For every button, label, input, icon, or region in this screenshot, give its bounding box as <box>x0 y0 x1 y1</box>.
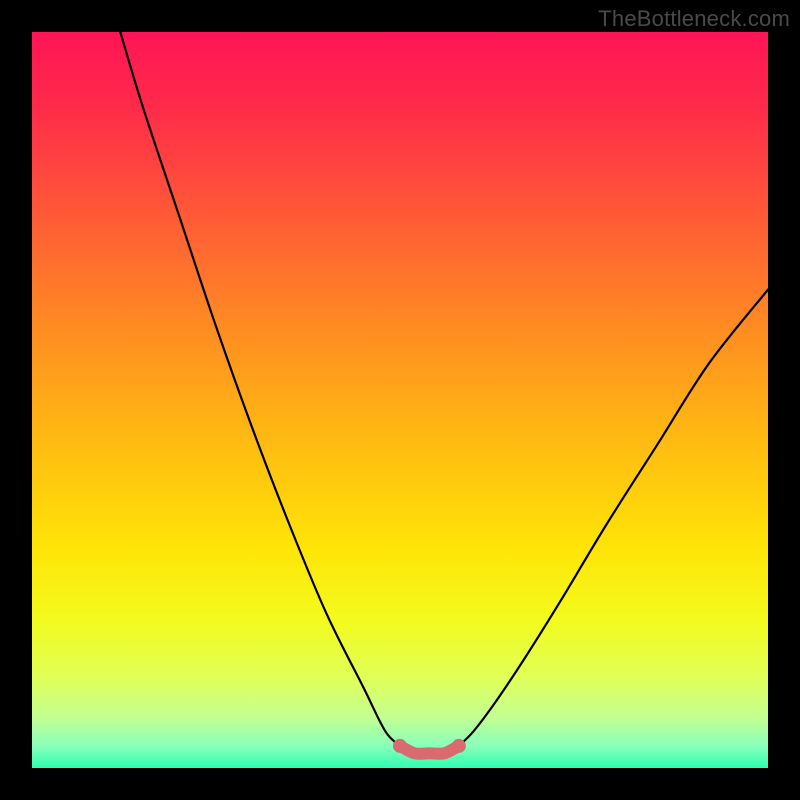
gradient-background <box>32 32 768 768</box>
watermark-text: TheBottleneck.com <box>598 6 790 32</box>
plot-area <box>32 32 768 768</box>
chart-frame: TheBottleneck.com <box>0 0 800 800</box>
